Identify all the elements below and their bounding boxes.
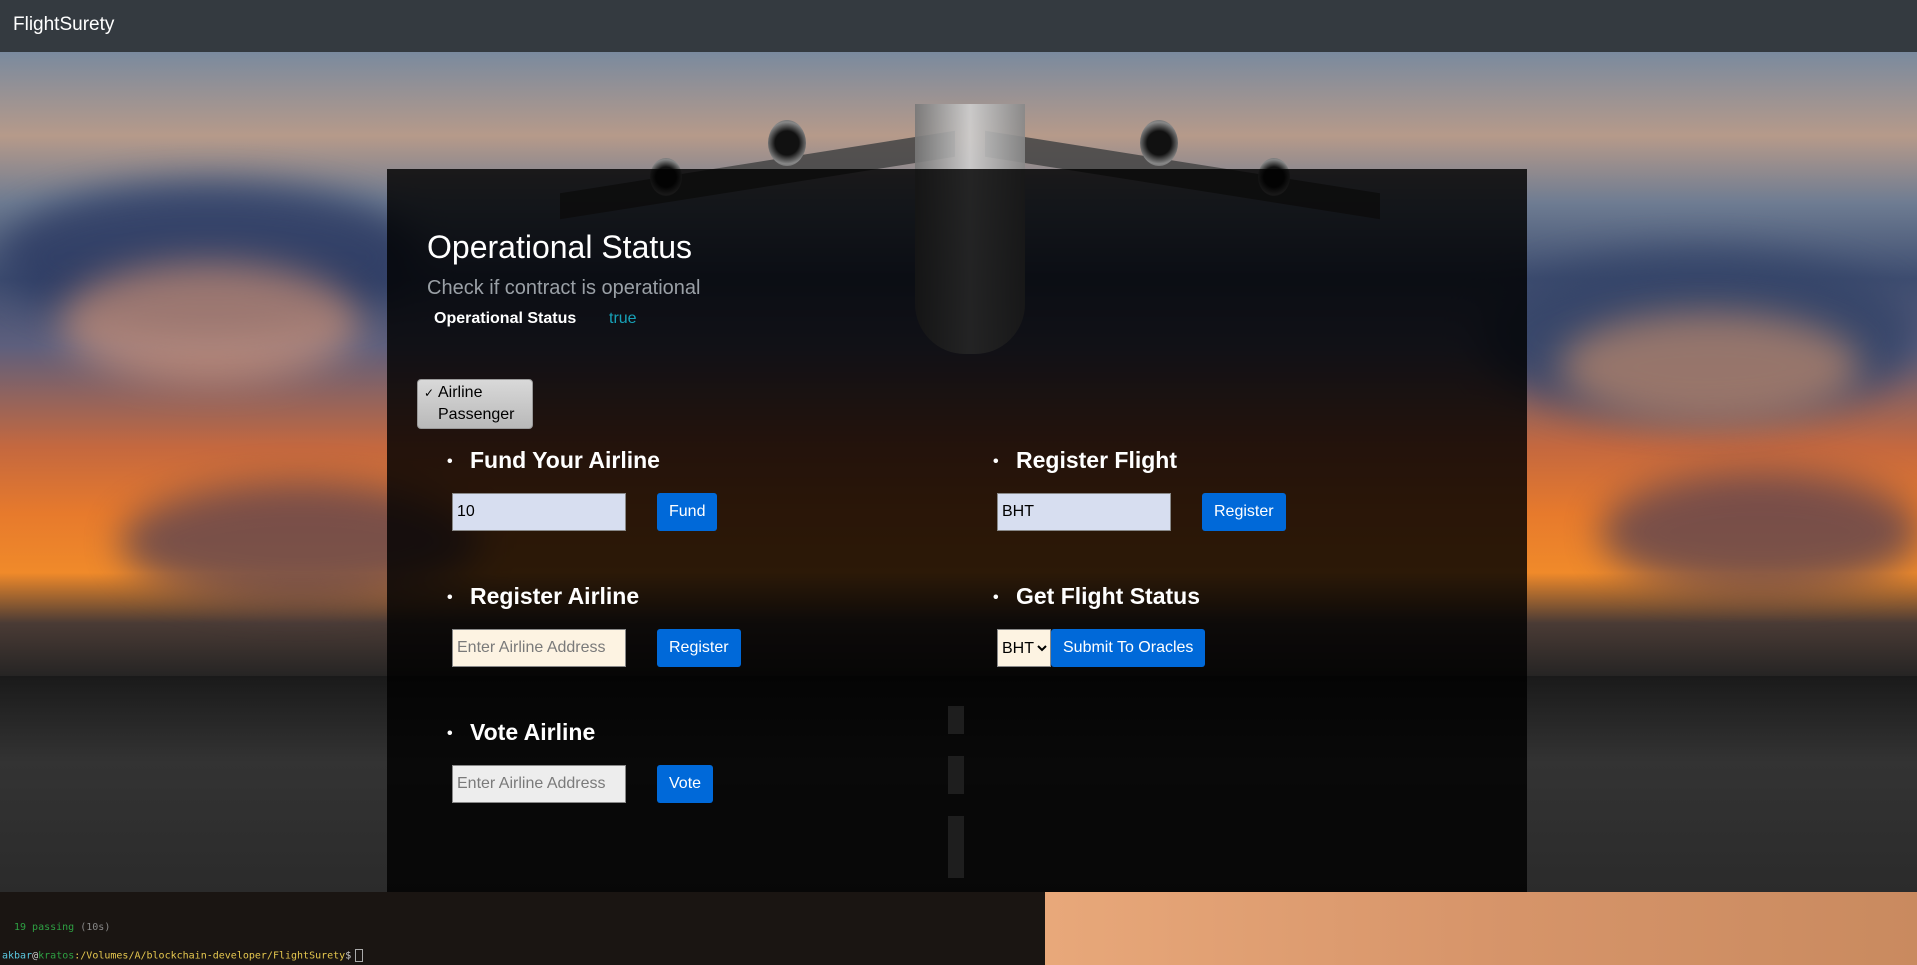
operational-status-title: Operational Status [427, 229, 693, 265]
vote-airline-section: Vote Airline [447, 719, 595, 749]
role-select[interactable]: ✓ Airline Passenger [417, 379, 533, 429]
register-flight-button[interactable]: Register [1202, 493, 1286, 531]
role-option-airline[interactable]: ✓ Airline [424, 382, 526, 404]
register-airline-heading: Register Airline [447, 583, 639, 613]
operational-status-value: true [609, 310, 637, 327]
register-airline-section: Register Airline [447, 583, 639, 613]
fund-airline-heading: Fund Your Airline [447, 447, 660, 477]
vote-button[interactable]: Vote [657, 765, 714, 803]
flight-status-section: Get Flight Status [993, 583, 1200, 613]
fund-amount-input[interactable] [452, 493, 626, 531]
main-panel: Operational Status Check if contract is … [387, 169, 1527, 892]
cursor-icon [355, 949, 364, 962]
register-flight-section: Register Flight [993, 447, 1177, 477]
register-flight-heading: Register Flight [993, 447, 1177, 477]
terminal-prompt: akbar@kratos:/Volumes/A/blockchain-devel… [2, 949, 364, 962]
test-result: 19 passing (10s) [14, 922, 111, 933]
fund-airline-section: Fund Your Airline [447, 447, 660, 477]
flight-code-input[interactable] [997, 493, 1171, 531]
vote-airline-heading: Vote Airline [447, 719, 595, 749]
role-option-passenger[interactable]: Passenger [424, 404, 526, 426]
vote-airline-address-input[interactable] [452, 765, 626, 803]
flight-status-heading: Get Flight Status [993, 583, 1200, 613]
register-airline-button[interactable]: Register [657, 629, 741, 667]
submit-to-oracles-button[interactable]: Submit To Oracles [1051, 629, 1206, 667]
desktop-background [1045, 892, 1917, 965]
operational-status-label: Operational Status [434, 310, 577, 327]
navbar-brand[interactable]: FlightSurety [13, 14, 114, 36]
checkmark-icon: ✓ [424, 386, 435, 400]
navbar: FlightSurety [0, 0, 1917, 52]
flight-select[interactable]: BHT [997, 629, 1051, 667]
register-airline-address-input[interactable] [452, 629, 626, 667]
operational-status-subtitle: Check if contract is operational [427, 277, 701, 299]
fund-button[interactable]: Fund [657, 493, 718, 531]
terminal-window[interactable]: 19 passing (10s) akbar@kratos:/Volumes/A… [0, 892, 1045, 965]
